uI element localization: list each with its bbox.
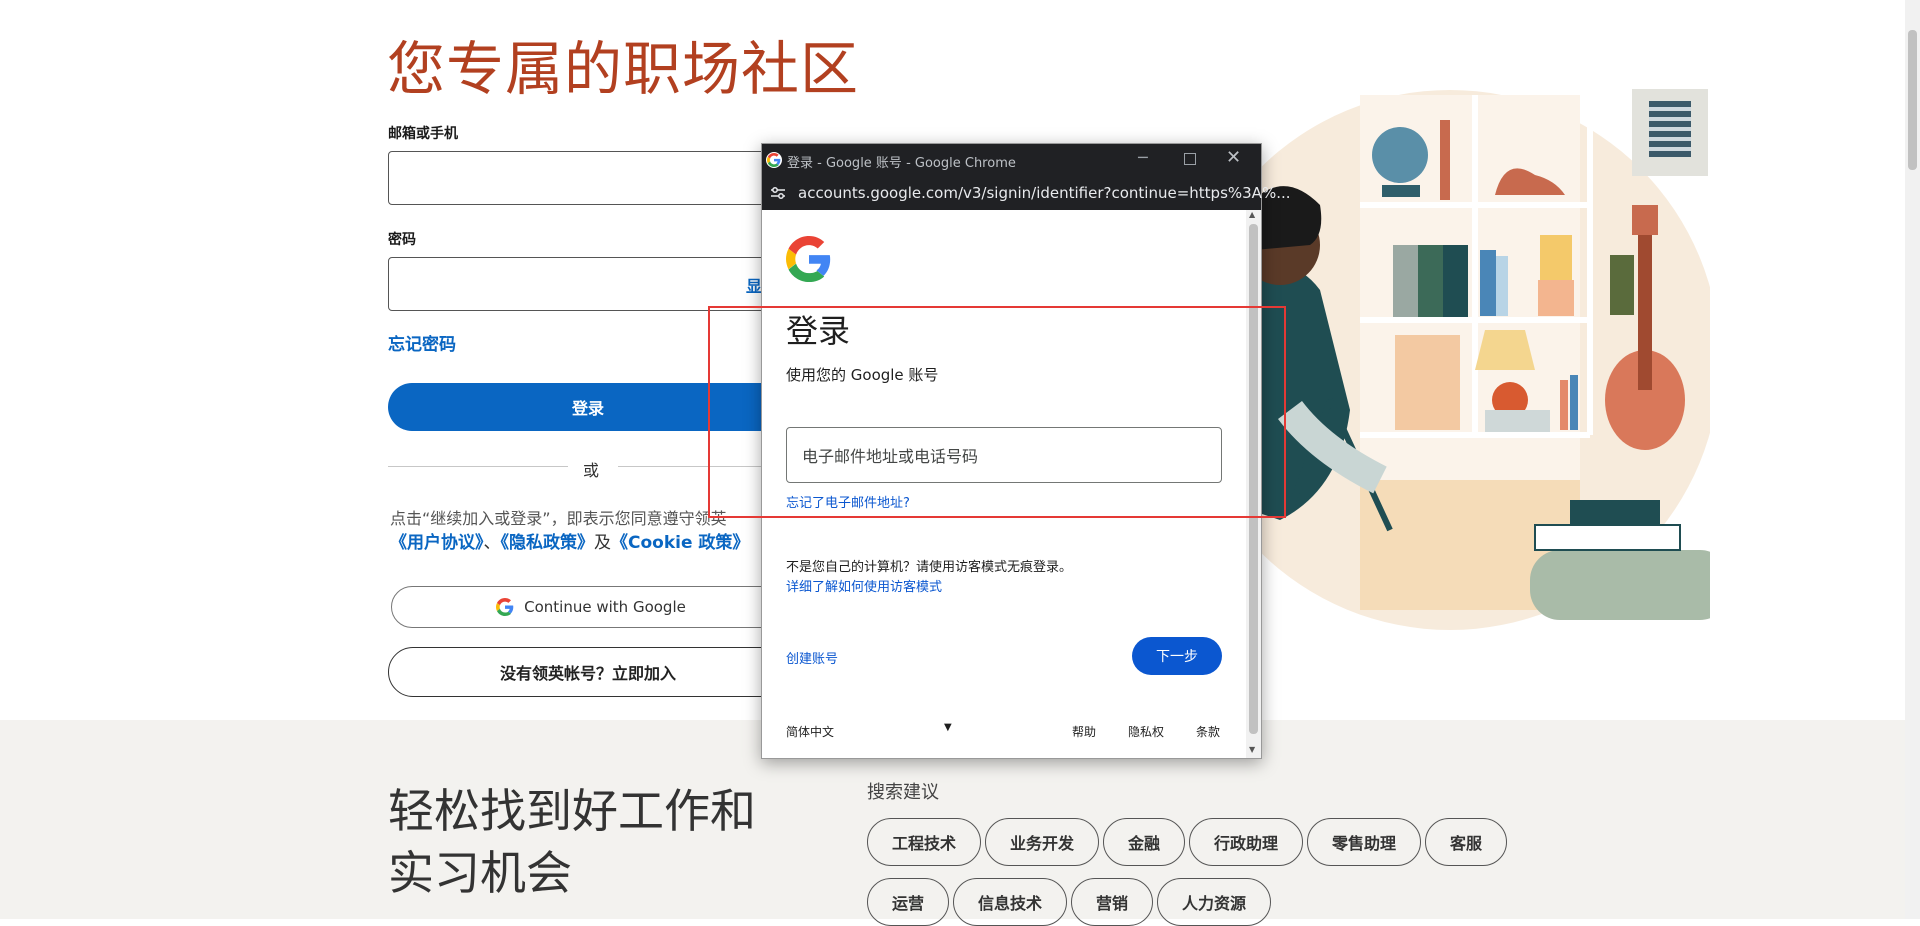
language-value: 简体中文 bbox=[786, 725, 835, 739]
google-favicon-icon bbox=[766, 152, 782, 168]
popup-window-title: 登录 - Google 账号 - Google Chrome bbox=[787, 156, 1016, 171]
privacy-policy-link[interactable]: 《隐私政策》 bbox=[501, 533, 595, 553]
chip-business-dev[interactable]: 业务开发 bbox=[985, 818, 1099, 866]
terms-and: 及 bbox=[594, 533, 611, 553]
chip-engineering[interactable]: 工程技术 bbox=[867, 818, 981, 866]
jobs-title-line2: 实习机会 bbox=[388, 846, 572, 900]
google-g-icon bbox=[496, 598, 514, 616]
page-title: 您专属的职场社区 bbox=[387, 35, 860, 103]
minimize-button[interactable]: ─ bbox=[1138, 148, 1148, 167]
highlight-annotation-box bbox=[708, 306, 1286, 518]
guest-mode-learn-more-link[interactable]: 详细了解如何使用访客模式 bbox=[786, 576, 942, 595]
divider-left bbox=[388, 466, 568, 467]
continue-with-google-button[interactable]: Continue with Google bbox=[391, 586, 791, 628]
chip-admin-assistant[interactable]: 行政助理 bbox=[1189, 818, 1303, 866]
framed-picture bbox=[1632, 89, 1708, 176]
scroll-down-arrow-icon[interactable]: ▼ bbox=[1249, 745, 1255, 754]
password-input[interactable] bbox=[388, 257, 788, 311]
popup-titlebar[interactable]: 登录 - Google 账号 - Google Chrome ─ ✕ bbox=[762, 144, 1261, 176]
terms-separator: 、 bbox=[483, 533, 501, 553]
create-account-link[interactable]: 创建账号 bbox=[786, 648, 838, 667]
language-selector[interactable]: 简体中文 ▼ bbox=[786, 722, 956, 740]
help-link[interactable]: 帮助 bbox=[1072, 723, 1096, 740]
jobs-title-line1: 轻松找到好工作和 bbox=[388, 784, 756, 838]
privacy-link[interactable]: 隐私权 bbox=[1128, 723, 1164, 740]
site-settings-icon[interactable] bbox=[770, 186, 786, 200]
terms-text: 点击“继续加入或登录”，即表示您同意遵守领英 bbox=[390, 509, 727, 528]
email-or-phone-input[interactable] bbox=[388, 151, 788, 205]
popup-address-bar[interactable]: accounts.google.com/v3/signin/identifier… bbox=[762, 176, 1291, 210]
chip-finance[interactable]: 金融 bbox=[1103, 818, 1185, 866]
maximize-button[interactable] bbox=[1184, 153, 1196, 165]
show-password-toggle[interactable]: 显 bbox=[746, 273, 762, 297]
scroll-up-arrow-icon[interactable]: ▲ bbox=[1249, 210, 1255, 219]
continue-with-google-label: Continue with Google bbox=[524, 598, 686, 616]
search-suggestions-label: 搜索建议 bbox=[867, 782, 939, 803]
close-window-icon[interactable]: ✕ bbox=[1226, 147, 1241, 168]
popup-url: accounts.google.com/v3/signin/identifier… bbox=[798, 184, 1291, 202]
chip-retail-assistant[interactable]: 零售助理 bbox=[1307, 818, 1421, 866]
terms-link[interactable]: 条款 bbox=[1196, 723, 1220, 740]
join-now-button[interactable]: 没有领英帐号？立即加入 bbox=[388, 647, 788, 697]
terms-links: 《用户协议》、《隐私政策》及《Cookie 政策》 bbox=[390, 528, 749, 553]
password-label: 密码 bbox=[388, 232, 416, 248]
google-logo-icon bbox=[786, 236, 831, 282]
cookie-policy-link[interactable]: 《Cookie 政策》 bbox=[611, 533, 749, 553]
or-text: 或 bbox=[583, 461, 600, 480]
page-scrollbar-thumb[interactable] bbox=[1908, 30, 1917, 170]
next-button[interactable]: 下一步 bbox=[1132, 637, 1222, 675]
forgot-password-link[interactable]: 忘记密码 bbox=[388, 330, 456, 355]
guest-mode-notice: 不是您自己的计算机？请使用访客模式无痕登录。 bbox=[786, 560, 1073, 575]
email-label: 邮箱或手机 bbox=[388, 126, 458, 142]
chevron-down-icon: ▼ bbox=[944, 722, 952, 733]
chip-customer-service[interactable]: 客服 bbox=[1425, 818, 1507, 866]
jobs-section-title: 轻松找到好工作和 实习机会 bbox=[388, 780, 756, 904]
user-agreement-link[interactable]: 《用户协议》 bbox=[390, 533, 484, 553]
